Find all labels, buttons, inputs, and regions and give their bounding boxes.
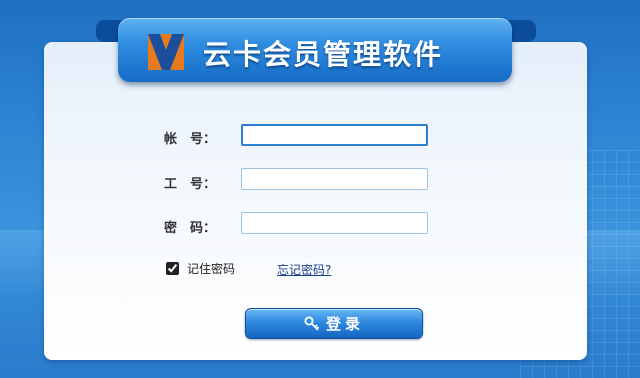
ribbon-tail-right (508, 20, 536, 42)
employee-id-label: 工 号： (164, 177, 217, 192)
remember-password[interactable]: 记住密码 (166, 260, 235, 277)
app-title: 云卡会员管理软件 (203, 38, 444, 71)
employee-id-input[interactable] (241, 168, 428, 190)
remember-password-checkbox[interactable] (166, 262, 179, 275)
vy-logo-icon (148, 34, 184, 70)
account-label: 帐 号： (164, 132, 217, 147)
password-input[interactable] (241, 212, 428, 234)
remember-password-label: 记住密码 (187, 262, 236, 276)
login-button[interactable]: 登录 (245, 308, 423, 339)
key-icon (304, 316, 320, 331)
account-input[interactable] (241, 124, 428, 146)
forgot-password-link[interactable]: 忘记密码? (277, 261, 331, 278)
password-label: 密 码： (164, 221, 217, 236)
login-button-label: 登录 (325, 315, 364, 333)
